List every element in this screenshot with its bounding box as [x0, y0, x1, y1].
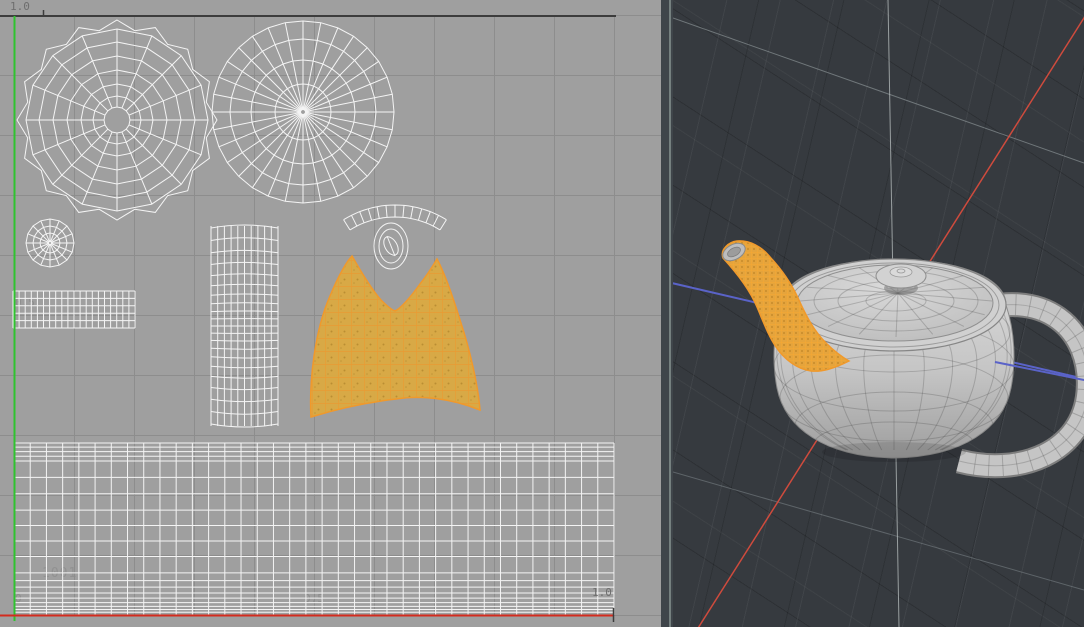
uv-island-spout-cap-rings[interactable]: [373, 222, 409, 270]
uv-island-spout-island-selected[interactable]: [309, 254, 481, 419]
uv-island-rim-strip[interactable]: [12, 290, 136, 329]
viewport-3d[interactable]: [673, 0, 1084, 627]
uv-island-knob-disc[interactable]: [25, 218, 75, 268]
viewport-3d-canvas[interactable]: [673, 0, 1084, 627]
panel-splitter-handle: [669, 0, 671, 627]
modeling-app-window: 0 0.5 0.5 1001 1.0 1.0: [0, 0, 1084, 627]
uv-island-body-disc[interactable]: [16, 19, 218, 221]
uv-island-lid-disc[interactable]: [211, 20, 395, 204]
viewport-gridline-bright: [673, 17, 1084, 164]
viewport-gridline-bright-2: [673, 471, 1084, 591]
uv-editor-canvas[interactable]: [0, 0, 661, 627]
uv-island-spout-tip-band[interactable]: [343, 204, 447, 231]
panel-splitter[interactable]: [661, 0, 673, 627]
uv-editor-panel[interactable]: 0 0.5 0.5 1001 1.0 1.0: [0, 0, 661, 627]
